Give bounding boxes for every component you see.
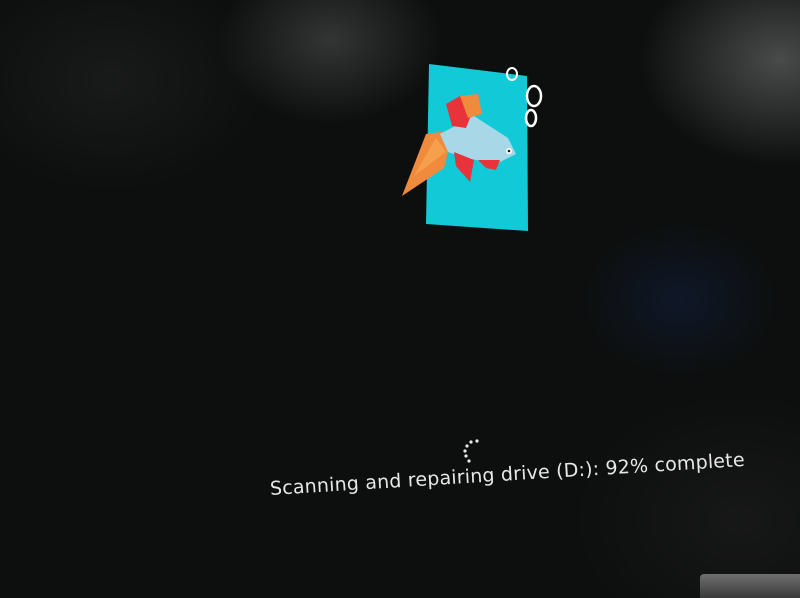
boot-screen: Scanning and repairing drive (D:): 92% c… [0, 0, 800, 598]
loading-spinner-icon [463, 439, 479, 463]
monitor-stand [700, 574, 800, 598]
betta-fish-icon [402, 64, 543, 231]
